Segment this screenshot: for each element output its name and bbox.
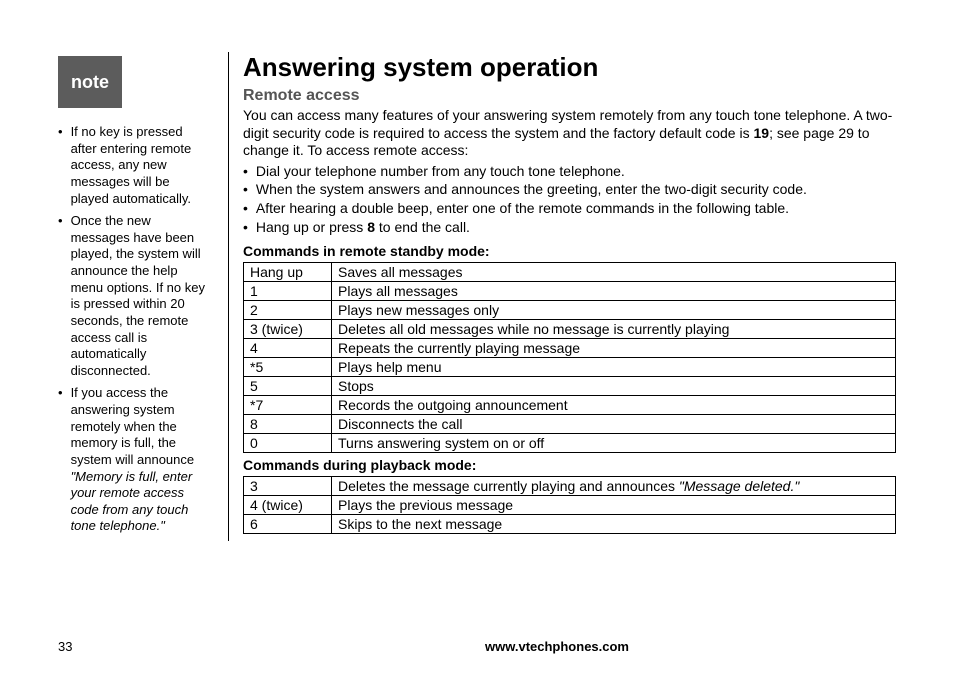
step-item: • When the system answers and announces t… [243, 180, 896, 199]
command-key: *7 [244, 396, 332, 415]
note-text: If you access the answering system remot… [71, 385, 208, 535]
note-item: • Once the new messages have been played… [58, 213, 208, 379]
bullet-icon: • [243, 180, 248, 199]
command-desc: Disconnects the call [332, 415, 896, 434]
note-text: Once the new messages have been played, … [71, 213, 208, 379]
intro-paragraph: You can access many features of your ans… [243, 107, 896, 160]
table2-title: Commands during playback mode: [243, 457, 896, 473]
command-desc: Skips to the next message [332, 515, 896, 534]
sidebar-notes: note • If no key is pressed after enteri… [58, 52, 208, 541]
bullet-icon: • [243, 199, 248, 218]
command-key: 6 [244, 515, 332, 534]
footer-url: www.vtechphones.com [218, 639, 896, 654]
note-badge: note [58, 56, 122, 108]
command-desc: Plays new messages only [332, 301, 896, 320]
main-content: Answering system operation Remote access… [228, 52, 896, 541]
table-row: 5Stops [244, 377, 896, 396]
note-item: • If no key is pressed after entering re… [58, 124, 208, 207]
page-number: 33 [58, 639, 218, 654]
section-title: Remote access [243, 87, 896, 105]
page-title: Answering system operation [243, 52, 896, 83]
table-row: 2Plays new messages only [244, 301, 896, 320]
table-row: *7Records the outgoing announcement [244, 396, 896, 415]
footer: 33 www.vtechphones.com [58, 639, 896, 654]
command-key: 0 [244, 434, 332, 453]
table1-title: Commands in remote standby mode: [243, 243, 896, 259]
step-text: Dial your telephone number from any touc… [256, 162, 625, 181]
standby-commands-table: Hang upSaves all messages1Plays all mess… [243, 262, 896, 453]
step-text: After hearing a double beep, enter one o… [256, 199, 789, 218]
command-key: 1 [244, 282, 332, 301]
table-row: *5Plays help menu [244, 358, 896, 377]
bullet-icon: • [58, 385, 63, 535]
step-item: • Hang up or press 8 to end the call. [243, 218, 896, 237]
note-list: • If no key is pressed after entering re… [58, 124, 208, 535]
table-row: 1Plays all messages [244, 282, 896, 301]
step-part-b: to end the call. [375, 219, 470, 235]
step-part-a: Hang up or press [256, 219, 367, 235]
command-desc: Repeats the currently playing message [332, 339, 896, 358]
table-row: 8Disconnects the call [244, 415, 896, 434]
command-desc: Deletes the message currently playing an… [332, 477, 896, 496]
step-item: • Dial your telephone number from any tou… [243, 162, 896, 181]
bullet-icon: • [243, 162, 248, 181]
command-desc: Stops [332, 377, 896, 396]
command-desc: Plays all messages [332, 282, 896, 301]
note-text: If no key is pressed after entering remo… [71, 124, 208, 207]
command-key: 3 [244, 477, 332, 496]
command-desc: Plays help menu [332, 358, 896, 377]
command-desc: Plays the previous message [332, 496, 896, 515]
playback-commands-table: 3Deletes the message currently playing a… [243, 476, 896, 534]
command-key: *5 [244, 358, 332, 377]
command-key: Hang up [244, 263, 332, 282]
step-text: Hang up or press 8 to end the call. [256, 218, 470, 237]
command-key: 4 (twice) [244, 496, 332, 515]
bullet-icon: • [58, 124, 63, 207]
table-row: 0Turns answering system on or off [244, 434, 896, 453]
table-row: 3 (twice)Deletes all old messages while … [244, 320, 896, 339]
bullet-icon: • [243, 218, 248, 237]
command-key: 8 [244, 415, 332, 434]
step-text: When the system answers and announces th… [256, 180, 807, 199]
table-row: 3Deletes the message currently playing a… [244, 477, 896, 496]
intro-bold: 19 [753, 125, 769, 141]
command-key: 5 [244, 377, 332, 396]
note-prefix: If you access the answering system remot… [71, 385, 195, 467]
step-item: • After hearing a double beep, enter one … [243, 199, 896, 218]
note-item: • If you access the answering system rem… [58, 385, 208, 535]
command-key: 4 [244, 339, 332, 358]
command-desc: Deletes all old messages while no messag… [332, 320, 896, 339]
steps-list: • Dial your telephone number from any tou… [243, 162, 896, 238]
command-desc: Saves all messages [332, 263, 896, 282]
command-key: 3 (twice) [244, 320, 332, 339]
bullet-icon: • [58, 213, 63, 379]
step-bold: 8 [367, 219, 375, 235]
command-desc: Records the outgoing announcement [332, 396, 896, 415]
table-row: 4Repeats the currently playing message [244, 339, 896, 358]
table-row: Hang upSaves all messages [244, 263, 896, 282]
command-desc: Turns answering system on or off [332, 434, 896, 453]
command-key: 2 [244, 301, 332, 320]
table-row: 4 (twice)Plays the previous message [244, 496, 896, 515]
table-row: 6Skips to the next message [244, 515, 896, 534]
note-italic: "Memory is full, enter your remote acces… [71, 469, 193, 534]
